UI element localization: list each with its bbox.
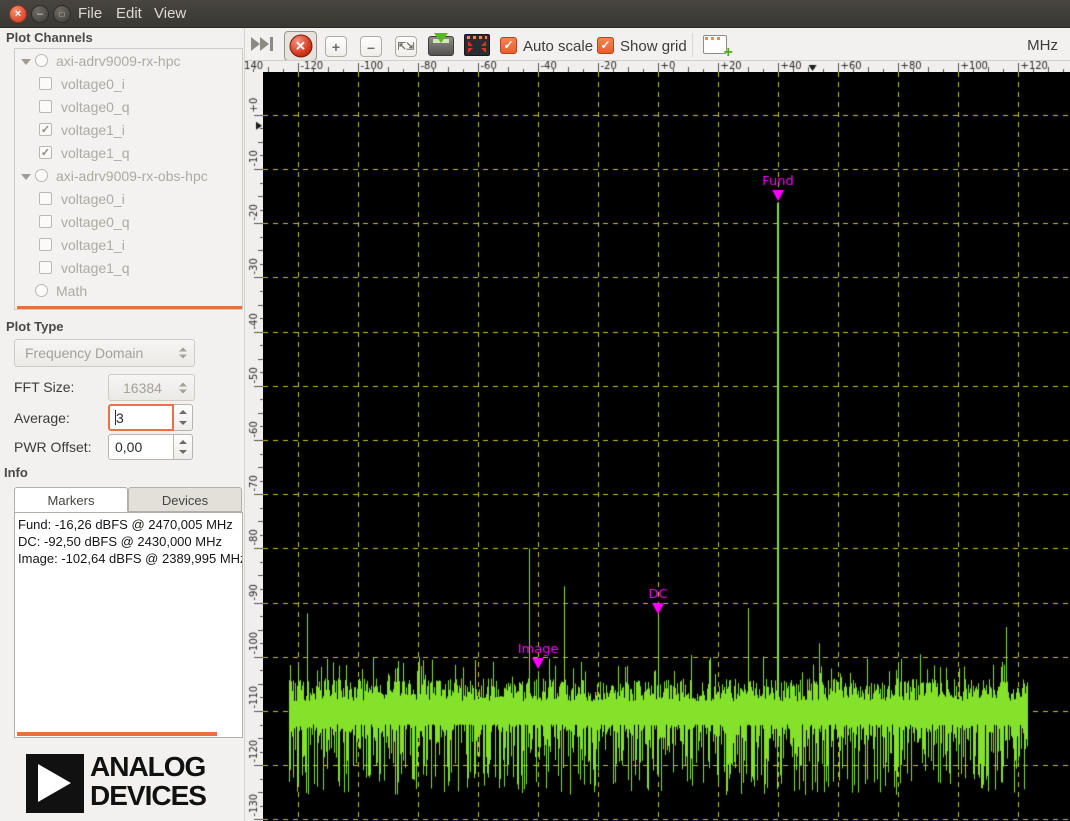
tree-channel-row[interactable]: voltage1_i xyxy=(15,233,242,256)
pwr-offset-stepper[interactable] xyxy=(174,434,193,460)
fft-size-value: 16384 xyxy=(123,380,162,396)
tree-channel-row[interactable]: voltage0_i xyxy=(15,187,242,210)
fft-size-select[interactable]: 16384 xyxy=(108,374,195,401)
info-heading: Info xyxy=(4,465,28,480)
zoom-out-button[interactable]: – xyxy=(360,36,382,57)
marker-reading: DC: -92,50 dBFS @ 2430,000 MHz xyxy=(15,533,242,550)
expander-spacer xyxy=(21,286,31,296)
capture-toolbar: ✕ + – ⇱⇲ ✓ Auto scale ✓ Show grid + MHz xyxy=(245,28,1070,60)
menu-view[interactable]: View xyxy=(148,4,192,24)
plot-type-value: Frequency Domain xyxy=(25,345,143,361)
tree-device-row[interactable]: axi-adrv9009-rx-obs-hpc xyxy=(15,164,242,187)
title-bar: × – □ File Edit View xyxy=(0,0,1070,28)
channel-label: voltage0_i xyxy=(61,191,125,207)
average-stepper[interactable] xyxy=(174,404,193,431)
zoom-in-icon: + xyxy=(332,39,340,55)
show-grid-checkbox[interactable]: ✓ xyxy=(597,37,614,54)
channel-checkbox[interactable] xyxy=(39,100,52,113)
channel-label: voltage0_q xyxy=(61,99,130,115)
auto-scale-label: Auto scale xyxy=(523,38,593,55)
window-maximize-icon[interactable]: □ xyxy=(53,5,71,23)
toolbar-separator xyxy=(692,33,693,57)
zoom-fit-button[interactable]: ⇱⇲ xyxy=(395,36,417,57)
channel-label: voltage0_q xyxy=(61,214,130,230)
new-plot-button[interactable]: + xyxy=(703,35,729,57)
save-arrow-icon xyxy=(434,33,448,43)
channel-label: voltage0_i xyxy=(61,76,125,92)
menu-edit[interactable]: Edit xyxy=(110,4,148,24)
channel-checkbox-checked[interactable]: ✓ xyxy=(39,146,52,159)
fullscreen-button[interactable] xyxy=(464,34,490,56)
average-value: 3 xyxy=(116,410,124,426)
fft-size-label: FFT Size: xyxy=(14,379,74,395)
tree-device-row[interactable]: axi-adrv9009-rx-hpc xyxy=(15,49,242,72)
expander-triangle-icon[interactable] xyxy=(21,174,31,180)
tree-channel-row[interactable]: voltage0_i xyxy=(15,72,242,95)
window-minimize-icon[interactable]: – xyxy=(31,5,49,23)
channel-checkbox[interactable] xyxy=(39,215,52,228)
channel-label: voltage1_i xyxy=(61,237,125,253)
auto-scale-checkbox[interactable]: ✓ xyxy=(500,37,517,54)
tab-devices[interactable]: Devices xyxy=(128,487,242,512)
plot-channels-tree[interactable]: axi-adrv9009-rx-hpc voltage0_i voltage0_q ✓… xyxy=(14,48,243,310)
channel-checkbox[interactable] xyxy=(39,238,52,251)
marker-reading: Image: -102,64 dBFS @ 2389,995 MHz xyxy=(15,550,242,567)
vertical-ruler[interactable] xyxy=(245,72,263,821)
device-label: Math xyxy=(56,283,87,299)
analog-devices-logo-icon xyxy=(26,754,84,813)
channel-label: voltage1_q xyxy=(61,260,130,276)
show-grid-label: Show grid xyxy=(620,38,687,55)
average-input[interactable]: 3 xyxy=(108,404,174,431)
fft-plot-area[interactable] xyxy=(263,72,1070,821)
tree-channel-row[interactable]: ✓ voltage1_i xyxy=(15,118,242,141)
menu-file[interactable]: File xyxy=(72,4,108,24)
channel-checkbox[interactable] xyxy=(39,261,52,274)
channel-checkbox-checked[interactable]: ✓ xyxy=(39,123,52,136)
capture-play-icon[interactable] xyxy=(251,37,279,51)
tree-scrollbar[interactable] xyxy=(17,306,242,309)
horizontal-ruler[interactable] xyxy=(245,60,1070,72)
chevron-updown-icon xyxy=(179,382,187,393)
axis-unit-label: MHz xyxy=(1027,37,1058,54)
channel-checkbox[interactable] xyxy=(39,192,52,205)
channel-checkbox[interactable] xyxy=(39,77,52,90)
tree-channel-row[interactable]: voltage0_q xyxy=(15,210,242,233)
window-close-icon[interactable]: × xyxy=(9,5,27,23)
tree-channel-row[interactable]: voltage1_q xyxy=(15,256,242,279)
left-panel: Plot Channels axi-adrv9009-rx-hpc voltage… xyxy=(0,28,245,821)
marker-reading: Fund: -16,26 dBFS @ 2470,005 MHz xyxy=(15,516,242,533)
zoom-out-icon: – xyxy=(367,39,375,55)
channel-label: voltage1_q xyxy=(61,145,130,161)
pwr-offset-label: PWR Offset: xyxy=(14,439,92,455)
markers-info-panel: Fund: -16,26 dBFS @ 2470,005 MHzDC: -92,… xyxy=(14,512,243,738)
stop-capture-icon: ✕ xyxy=(289,35,312,58)
device-label: axi-adrv9009-rx-hpc xyxy=(56,53,181,69)
plot-type-select[interactable]: Frequency Domain xyxy=(14,339,195,367)
device-radio[interactable] xyxy=(35,169,48,182)
device-radio[interactable] xyxy=(35,284,48,297)
zoom-fit-icon: ⇱⇲ xyxy=(398,41,415,52)
expander-triangle-icon[interactable] xyxy=(21,59,31,65)
chevron-updown-icon xyxy=(179,348,187,359)
save-button[interactable] xyxy=(428,33,456,57)
logo-text-analog: ANALOG xyxy=(90,751,205,783)
average-label: Average: xyxy=(14,410,70,426)
tree-channel-row[interactable]: ✓ voltage1_q xyxy=(15,141,242,164)
pwr-offset-value: 0,00 xyxy=(115,439,142,455)
tab-markers[interactable]: Markers xyxy=(14,487,128,512)
plot-channels-heading: Plot Channels xyxy=(6,30,93,45)
tree-channel-row[interactable]: voltage0_q xyxy=(15,95,242,118)
plot-type-heading: Plot Type xyxy=(6,319,64,334)
zoom-in-button[interactable]: + xyxy=(325,36,347,57)
stop-capture-button[interactable]: ✕ xyxy=(284,31,317,61)
logo-text-devices: DEVICES xyxy=(90,780,206,812)
pwr-offset-input[interactable]: 0,00 xyxy=(108,434,174,460)
info-scrollbar[interactable] xyxy=(17,732,217,736)
tree-device-row[interactable]: Math xyxy=(15,279,242,302)
device-radio[interactable] xyxy=(35,54,48,67)
channel-label: voltage1_i xyxy=(61,122,125,138)
device-label: axi-adrv9009-rx-obs-hpc xyxy=(56,168,208,184)
